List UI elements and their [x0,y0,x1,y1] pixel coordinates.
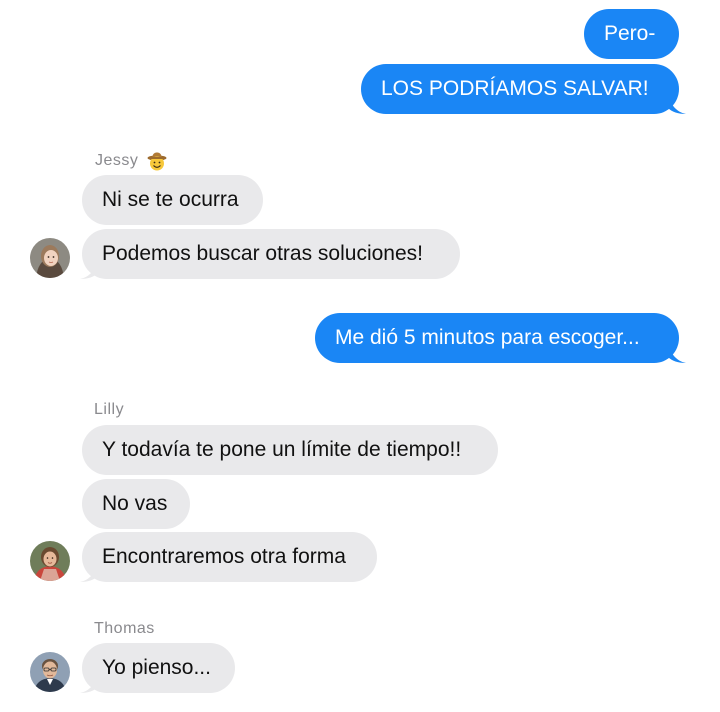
message-text: Encontraremos otra forma [102,545,346,568]
message-text: Pero- [604,22,656,45]
bubble-tail [668,343,686,363]
avatar-image [30,652,70,692]
message-text: Y todavía te pone un límite de tiempo!! [102,438,462,461]
message-bubble-incoming[interactable]: Encontraremos otra forma [82,532,377,582]
avatar-image [30,541,70,581]
sender-name: Thomas [94,620,155,637]
message-text: LOS PODRÍAMOS SALVAR! [381,77,649,100]
message-text: Podemos buscar otras soluciones! [102,242,423,265]
message-bubble-incoming[interactable]: No vas [82,479,190,529]
bubble-tail [80,259,98,279]
sender-name: Lilly [94,401,125,418]
bubble-tail [668,94,686,114]
cowboy-face-icon [147,152,167,171]
message-bubble-incoming[interactable]: Yo pienso... [82,643,235,693]
avatar-image [30,238,70,278]
message-bubble-outgoing[interactable]: Me dió 5 minutos para escoger... [315,313,679,363]
message-text: Me dió 5 minutos para escoger... [335,326,640,349]
bubble-tail [80,562,98,582]
message-bubble-outgoing[interactable]: Pero- [584,9,679,59]
sender-name: Jessy [95,151,167,171]
message-text: No vas [102,492,168,515]
avatar-thomas[interactable] [30,652,70,692]
message-text: Ni se te ocurra [102,188,239,211]
avatar-jessy[interactable] [30,238,70,278]
bubble-tail [80,673,98,693]
message-bubble-incoming[interactable]: Ni se te ocurra [82,175,263,225]
message-bubble-outgoing[interactable]: LOS PODRÍAMOS SALVAR! [361,64,679,114]
message-bubble-incoming[interactable]: Podemos buscar otras soluciones! [82,229,460,279]
avatar-lilly[interactable] [30,541,70,581]
message-bubble-incoming[interactable]: Y todavía te pone un límite de tiempo!! [82,425,498,475]
message-text: Yo pienso... [102,656,211,679]
